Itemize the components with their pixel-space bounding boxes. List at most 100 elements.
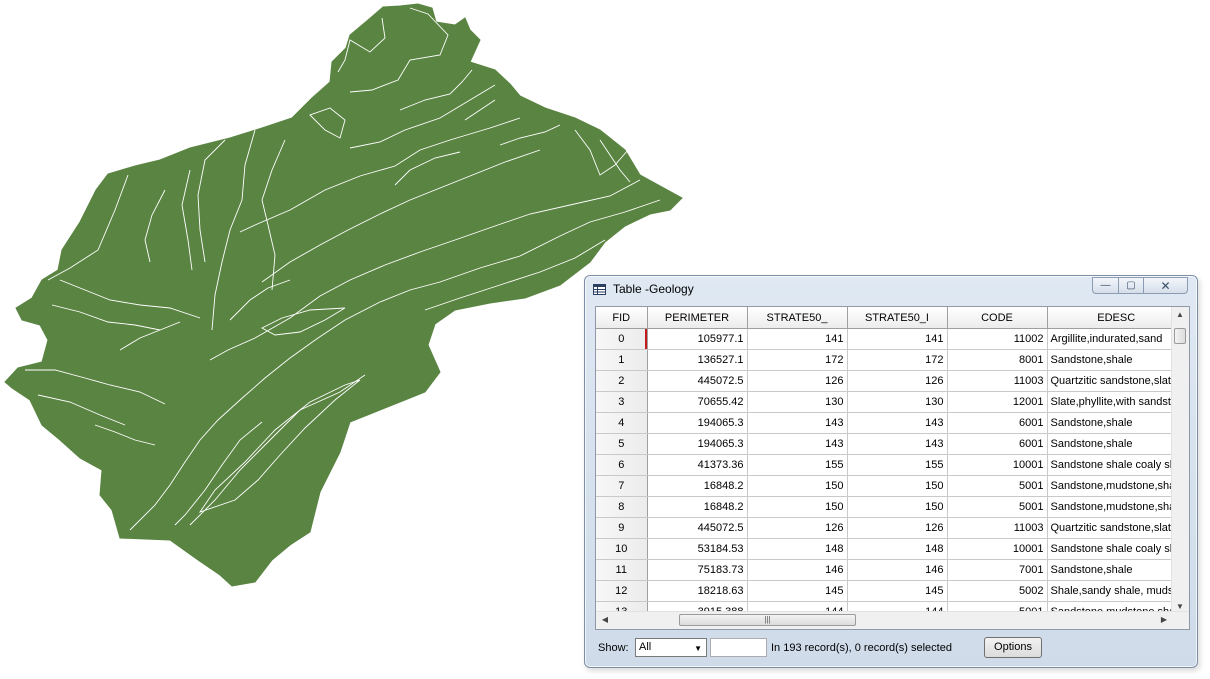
code-cell[interactable]: 10001 bbox=[947, 538, 1048, 560]
strate50-cell[interactable]: 141 bbox=[747, 328, 848, 350]
edesc-cell[interactable]: Shale,sandy shale, mudst bbox=[1047, 580, 1186, 602]
strate50-i-cell[interactable]: 150 bbox=[847, 475, 948, 497]
horizontal-scroll-thumb[interactable]: ||| bbox=[679, 614, 856, 626]
row-fid-cell[interactable]: 11 bbox=[596, 559, 648, 581]
table-row[interactable]: 0 105977.1 141 141 11002 Argillite,indur… bbox=[596, 328, 1186, 350]
horizontal-scrollbar[interactable]: ◀ ||| ▶ bbox=[596, 611, 1189, 629]
strate50-cell[interactable]: 143 bbox=[747, 412, 848, 434]
options-button[interactable]: Options bbox=[984, 637, 1042, 658]
strate50-i-cell[interactable]: 130 bbox=[847, 391, 948, 413]
table-row[interactable]: 12 18218.63 145 145 5002 Shale,sandy sha… bbox=[596, 580, 1186, 602]
strate50-cell[interactable]: 172 bbox=[747, 349, 848, 371]
strate50-i-cell[interactable]: 143 bbox=[847, 433, 948, 455]
scroll-down-icon[interactable]: ▼ bbox=[1173, 602, 1187, 611]
row-fid-cell[interactable]: 6 bbox=[596, 454, 648, 476]
edesc-cell[interactable]: Sandstone,shale bbox=[1047, 433, 1186, 455]
column-header-code[interactable]: CODE bbox=[947, 307, 1048, 329]
chevron-down-icon[interactable]: ▼ bbox=[694, 640, 702, 657]
edesc-cell[interactable]: Sandstone,mudstone,sha bbox=[1047, 496, 1186, 518]
row-fid-cell[interactable]: 4 bbox=[596, 412, 648, 434]
strate50-cell[interactable]: 150 bbox=[747, 475, 848, 497]
column-header-fid[interactable]: FID bbox=[596, 307, 648, 329]
edesc-cell[interactable]: Quartzitic sandstone,slate bbox=[1047, 517, 1186, 539]
table-row[interactable]: 7 16848.2 150 150 5001 Sandstone,mudston… bbox=[596, 475, 1186, 497]
row-fid-cell[interactable]: 3 bbox=[596, 391, 648, 413]
perimeter-cell[interactable]: 136527.1 bbox=[647, 349, 748, 371]
table-row[interactable]: 9 445072.5 126 126 11003 Quartzitic sand… bbox=[596, 517, 1186, 539]
strate50-i-cell[interactable]: 148 bbox=[847, 538, 948, 560]
strate50-i-cell[interactable]: 150 bbox=[847, 496, 948, 518]
row-fid-cell[interactable]: 5 bbox=[596, 433, 648, 455]
perimeter-cell[interactable]: 53184.53 bbox=[647, 538, 748, 560]
code-cell[interactable]: 6001 bbox=[947, 412, 1048, 434]
table-row[interactable]: 10 53184.53 148 148 10001 Sandstone shal… bbox=[596, 538, 1186, 560]
title-bar[interactable]: Table -Geology — ▢ ✕ bbox=[585, 276, 1197, 302]
code-cell[interactable]: 11003 bbox=[947, 517, 1048, 539]
strate50-i-cell[interactable]: 172 bbox=[847, 349, 948, 371]
code-cell[interactable]: 11002 bbox=[947, 328, 1048, 350]
vertical-scroll-thumb[interactable] bbox=[1174, 328, 1186, 344]
table-row[interactable]: 3 70655.42 130 130 12001 Slate,phyllite,… bbox=[596, 391, 1186, 413]
code-cell[interactable]: 5002 bbox=[947, 580, 1048, 602]
code-cell[interactable]: 10001 bbox=[947, 454, 1048, 476]
row-fid-cell[interactable]: 7 bbox=[596, 475, 648, 497]
perimeter-cell[interactable]: 445072.5 bbox=[647, 517, 748, 539]
perimeter-cell[interactable]: 18218.63 bbox=[647, 580, 748, 602]
column-header-strate50[interactable]: STRATE50_ bbox=[747, 307, 848, 329]
column-header-edesc[interactable]: EDESC bbox=[1047, 307, 1186, 329]
code-cell[interactable]: 12001 bbox=[947, 391, 1048, 413]
table-row[interactable]: 1 136527.1 172 172 8001 Sandstone,shale bbox=[596, 349, 1186, 371]
perimeter-cell[interactable]: 194065.3 bbox=[647, 412, 748, 434]
row-fid-cell[interactable]: 1 bbox=[596, 349, 648, 371]
attribute-grid[interactable]: FID PERIMETER STRATE50_ STRATE50_I CODE … bbox=[595, 306, 1190, 630]
perimeter-cell[interactable]: 105977.1 bbox=[647, 328, 748, 350]
row-fid-cell[interactable]: 12 bbox=[596, 580, 648, 602]
perimeter-cell[interactable]: 70655.42 bbox=[647, 391, 748, 413]
code-cell[interactable]: 11003 bbox=[947, 370, 1048, 392]
code-cell[interactable]: 7001 bbox=[947, 559, 1048, 581]
edesc-cell[interactable]: Sandstone,mudstone,sha bbox=[1047, 475, 1186, 497]
strate50-cell[interactable]: 146 bbox=[747, 559, 848, 581]
strate50-cell[interactable]: 130 bbox=[747, 391, 848, 413]
edesc-cell[interactable]: Slate,phyllite,with sandsto bbox=[1047, 391, 1186, 413]
edesc-cell[interactable]: Sandstone shale coaly sha bbox=[1047, 454, 1186, 476]
code-cell[interactable]: 5001 bbox=[947, 475, 1048, 497]
column-header-perimeter[interactable]: PERIMETER bbox=[647, 307, 748, 329]
scroll-up-icon[interactable]: ▲ bbox=[1173, 310, 1187, 319]
strate50-i-cell[interactable]: 143 bbox=[847, 412, 948, 434]
table-row[interactable]: 6 41373.36 155 155 10001 Sandstone shale… bbox=[596, 454, 1186, 476]
strate50-i-cell[interactable]: 145 bbox=[847, 580, 948, 602]
code-cell[interactable]: 6001 bbox=[947, 433, 1048, 455]
perimeter-cell[interactable]: 194065.3 bbox=[647, 433, 748, 455]
table-row[interactable]: 8 16848.2 150 150 5001 Sandstone,mudston… bbox=[596, 496, 1186, 518]
edesc-cell[interactable]: Sandstone,shale bbox=[1047, 349, 1186, 371]
strate50-cell[interactable]: 148 bbox=[747, 538, 848, 560]
edesc-cell[interactable]: Sandstone shale coaly sha bbox=[1047, 538, 1186, 560]
strate50-i-cell[interactable]: 146 bbox=[847, 559, 948, 581]
attribute-table-window[interactable]: Table -Geology — ▢ ✕ FID PERIMETER STRAT… bbox=[584, 275, 1198, 668]
record-number-input[interactable] bbox=[710, 638, 767, 657]
edesc-cell[interactable]: Argillite,indurated,sand bbox=[1047, 328, 1186, 350]
perimeter-cell[interactable]: 16848.2 bbox=[647, 496, 748, 518]
row-fid-cell[interactable]: 9 bbox=[596, 517, 648, 539]
row-fid-cell[interactable]: 8 bbox=[596, 496, 648, 518]
edesc-cell[interactable]: Sandstone,shale bbox=[1047, 412, 1186, 434]
perimeter-cell[interactable]: 41373.36 bbox=[647, 454, 748, 476]
strate50-cell[interactable]: 150 bbox=[747, 496, 848, 518]
code-cell[interactable]: 5001 bbox=[947, 496, 1048, 518]
geology-map-region[interactable] bbox=[4, 3, 683, 587]
strate50-i-cell[interactable]: 141 bbox=[847, 328, 948, 350]
row-fid-cell[interactable]: 2 bbox=[596, 370, 648, 392]
minimize-button[interactable]: — bbox=[1092, 277, 1119, 294]
vertical-scrollbar[interactable]: ▲ ▼ bbox=[1171, 307, 1189, 614]
perimeter-cell[interactable]: 16848.2 bbox=[647, 475, 748, 497]
edesc-cell[interactable]: Sandstone,shale bbox=[1047, 559, 1186, 581]
column-header-strate50-i[interactable]: STRATE50_I bbox=[847, 307, 948, 329]
strate50-i-cell[interactable]: 126 bbox=[847, 370, 948, 392]
table-row[interactable]: 5 194065.3 143 143 6001 Sandstone,shale bbox=[596, 433, 1186, 455]
perimeter-cell[interactable]: 75183.73 bbox=[647, 559, 748, 581]
table-row[interactable]: 2 445072.5 126 126 11003 Quartzitic sand… bbox=[596, 370, 1186, 392]
table-row[interactable]: 4 194065.3 143 143 6001 Sandstone,shale bbox=[596, 412, 1186, 434]
strate50-i-cell[interactable]: 126 bbox=[847, 517, 948, 539]
row-fid-cell[interactable]: 0 bbox=[596, 328, 648, 350]
